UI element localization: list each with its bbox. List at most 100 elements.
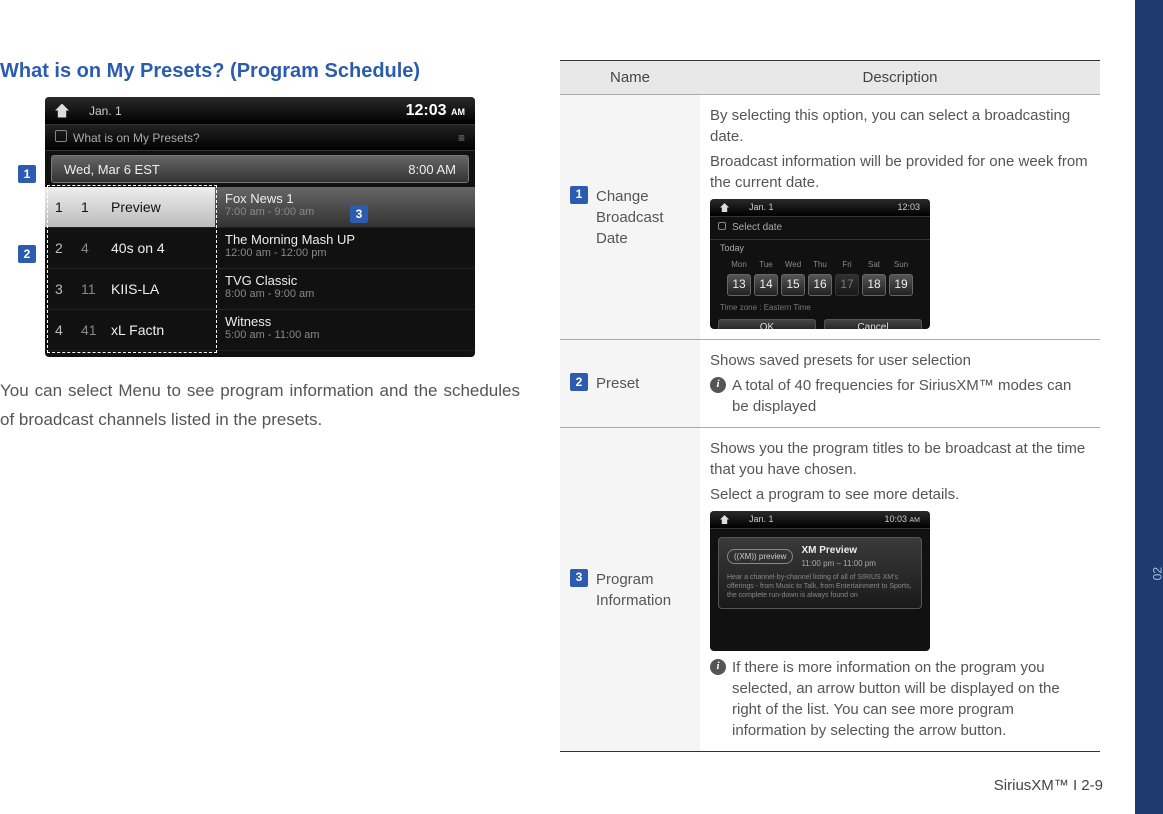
row-name: Program Information xyxy=(596,569,690,611)
mock-date: Jan. 1 xyxy=(89,104,122,118)
prog-time: 5:00 am - 11:00 am xyxy=(225,329,465,341)
date-header: Select date xyxy=(732,222,782,233)
preset-num: 1 xyxy=(55,199,69,215)
dow-row: Mon Tue Wed Thu Fri Sat Sun xyxy=(710,257,930,270)
dow: Sat xyxy=(862,259,886,270)
date-grid: 13 14 15 16 17 18 19 xyxy=(710,270,930,300)
calendar-icon xyxy=(718,222,726,230)
row-desc: By selecting this option, you can select… xyxy=(710,105,1090,147)
chapter-number: 02 xyxy=(1150,567,1163,580)
day-cell: 18 xyxy=(862,274,886,296)
xm-logo: ((XM)) preview xyxy=(727,549,793,564)
th-desc: Description xyxy=(700,61,1100,95)
row-desc: Select a program to see more details. xyxy=(710,484,1090,505)
info-icon: i xyxy=(710,659,726,675)
ok-button: OK xyxy=(718,319,816,329)
mock-subtitle: What is on My Presets? xyxy=(73,131,200,145)
preset-num: 4 xyxy=(55,322,69,338)
prog-time: 8:00 am - 9:00 am xyxy=(225,288,465,300)
day-cell: 14 xyxy=(754,274,778,296)
presets-screenshot: Jan. 1 12:03 AM What is on My Presets? ≡… xyxy=(45,97,475,357)
mock-ampm: AM xyxy=(910,517,921,524)
program-card-title: XM Preview xyxy=(801,544,875,558)
row-badge: 2 xyxy=(570,373,588,391)
row-badge: 3 xyxy=(570,569,588,587)
info-icon: i xyxy=(710,377,726,393)
prog-title: Witness xyxy=(225,314,465,329)
clock-ampm: AM xyxy=(451,107,465,117)
th-name: Name xyxy=(560,61,700,95)
row-name: Change Broadcast Date xyxy=(596,186,690,249)
row-desc: Broadcast information will be provided f… xyxy=(710,151,1090,193)
day-cell: 15 xyxy=(781,274,805,296)
ch-num: 4 xyxy=(81,240,99,256)
preset-row: 24 40s on 4 The Morning Mash UP12:00 am -… xyxy=(45,228,475,269)
today-label: Today xyxy=(710,240,930,257)
mock-date: Jan. 1 xyxy=(749,513,774,526)
mock-date: Jan. 1 xyxy=(749,201,774,214)
mock-clock: 12:03 xyxy=(897,201,920,214)
info-text: A total of 40 frequencies for SiriusXM™ … xyxy=(732,375,1090,417)
preset-num: 3 xyxy=(55,281,69,297)
row-desc: Shows you the program titles to be broad… xyxy=(710,438,1090,480)
info-text: If there is more information on the prog… xyxy=(732,657,1090,741)
program-card-desc: Hear a channel-by-channel listing of all… xyxy=(727,573,913,600)
callout-badge-3: 3 xyxy=(350,205,368,223)
mock-topbar: Jan. 1 12:03 AM xyxy=(45,97,475,125)
program-card-time: 11:00 pm – 11:00 pm xyxy=(801,558,875,569)
preset-num: 2 xyxy=(55,240,69,256)
timezone-label: Time zone : Eastern Time xyxy=(710,300,930,315)
mock-clock: 10:03 xyxy=(884,514,907,524)
prog-title: TVG Classic xyxy=(225,273,465,288)
ch-num: 41 xyxy=(81,322,99,338)
description-table: Name Description 1 Change Broadcast Date xyxy=(560,60,1100,752)
ch-num: 1 xyxy=(81,199,99,215)
home-icon xyxy=(55,104,69,118)
home-icon xyxy=(720,203,729,212)
day-cell: 17 xyxy=(835,274,859,296)
bar-time: 8:00 AM xyxy=(408,162,456,177)
row-desc: Shows saved presets for user selection xyxy=(710,350,1090,371)
ch-num: 11 xyxy=(81,281,99,297)
mock-clock: 12:03 AM xyxy=(406,102,465,120)
dow: Sun xyxy=(889,259,913,270)
preset-list: 11Preview Fox News 17:00 am - 9:00 am 24… xyxy=(45,187,475,351)
ch-name: KIIS-LA xyxy=(111,281,159,297)
date-bar: Wed, Mar 6 EST 8:00 AM xyxy=(51,155,469,183)
preset-row: 3 11 KIIS-LA TVG Classic8:00 am - 9:00 am xyxy=(45,269,475,310)
table-row: 2 Preset Shows saved presets for user se… xyxy=(560,340,1100,428)
callout-badge-1: 1 xyxy=(18,165,36,183)
home-icon xyxy=(720,515,729,524)
prog-title: The Morning Mash UP xyxy=(225,232,465,247)
dow: Thu xyxy=(808,259,832,270)
intro-text: You can select Menu to see program infor… xyxy=(0,377,520,435)
callout-badge-2: 2 xyxy=(18,245,36,263)
row-badge: 1 xyxy=(570,186,588,204)
ch-name: Preview xyxy=(111,199,161,215)
row-name: Preset xyxy=(596,373,639,394)
table-row: 1 Change Broadcast Date By selecting thi… xyxy=(560,95,1100,340)
chapter-tab: 02 xyxy=(1135,0,1163,814)
prog-time: 7:00 am - 9:00 am xyxy=(225,206,465,218)
page-footer: SiriusXM™ I 2-9 xyxy=(994,777,1103,794)
section-title: What is on My Presets? (Program Schedule… xyxy=(0,60,520,83)
dow: Mon xyxy=(727,259,751,270)
dow: Fri xyxy=(835,259,859,270)
prog-time: 12:00 am - 12:00 pm xyxy=(225,247,465,259)
dow: Tue xyxy=(754,259,778,270)
ch-name: 40s on 4 xyxy=(111,240,165,256)
day-cell: 13 xyxy=(727,274,751,296)
ch-name: xL Factn xyxy=(111,322,164,338)
calendar-icon xyxy=(55,130,67,142)
prog-title: Fox News 1 xyxy=(225,191,465,206)
menu-icon: ≡ xyxy=(458,131,465,145)
bar-date: Wed, Mar 6 EST xyxy=(64,162,160,177)
preset-row: 4 41 xL Factn Witness5:00 am - 11:00 am xyxy=(45,310,475,351)
clock-time: 12:03 xyxy=(406,102,447,119)
program-detail-screenshot: Jan. 1 10:03 AM ((XM)) preview XM Previe… xyxy=(710,511,930,651)
program-card: ((XM)) preview XM Preview 11:00 pm – 11:… xyxy=(718,537,922,609)
day-cell: 16 xyxy=(808,274,832,296)
table-row: 3 Program Information Shows you the prog… xyxy=(560,428,1100,752)
date-select-screenshot: Jan. 1 12:03 Select date Today Mon Tue W… xyxy=(710,199,930,329)
dow: Wed xyxy=(781,259,805,270)
